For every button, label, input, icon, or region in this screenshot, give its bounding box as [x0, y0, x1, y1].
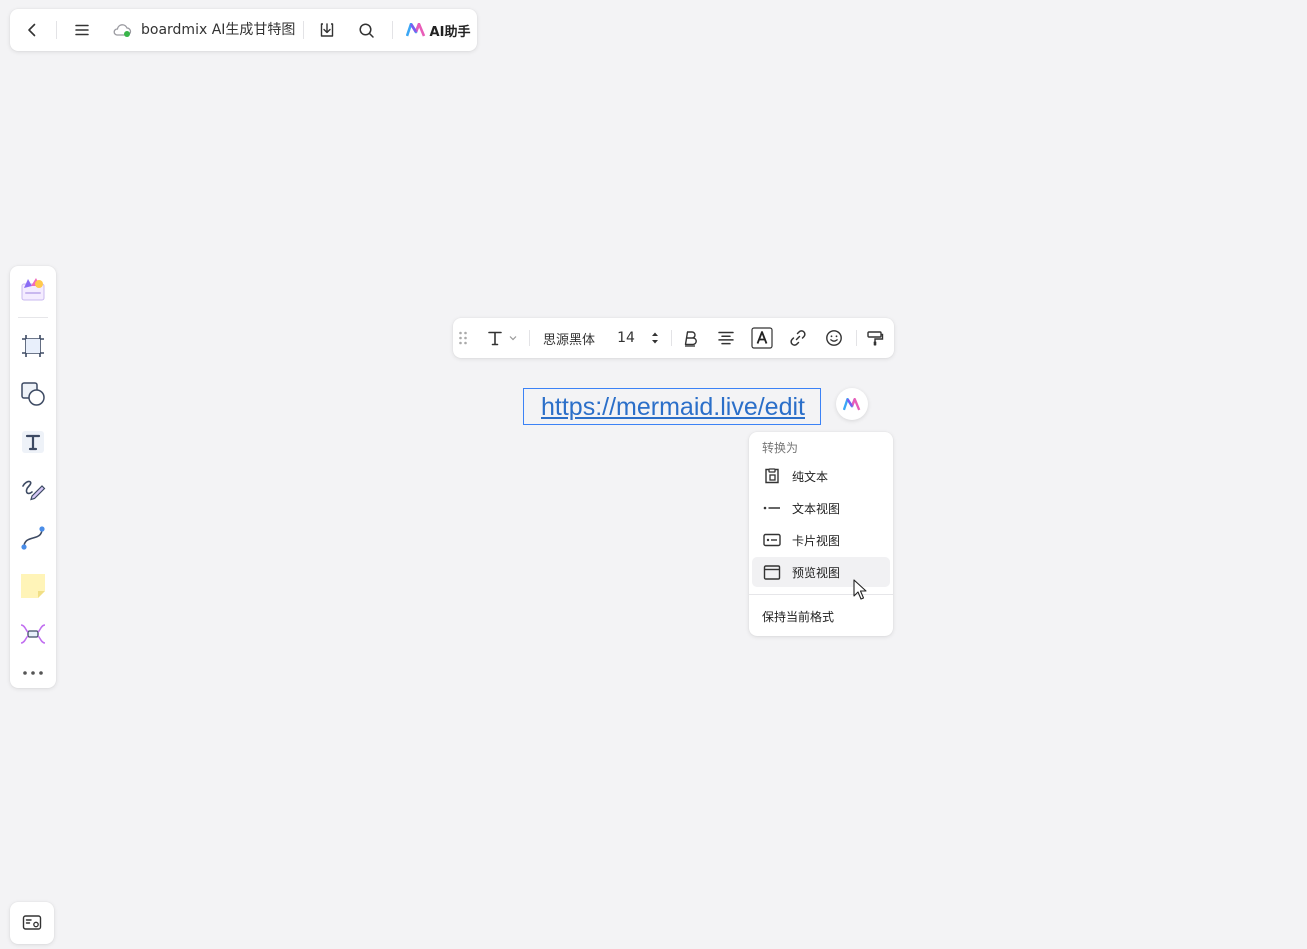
mouse-cursor	[853, 579, 867, 605]
frame-icon	[22, 335, 44, 357]
link-button[interactable]	[785, 318, 811, 358]
format-painter-icon	[867, 331, 884, 346]
card-view-icon	[763, 533, 781, 547]
ai-assistant-label: AI助手	[429, 24, 471, 40]
font-size-stepper-icon	[652, 332, 658, 344]
shape-tool[interactable]	[18, 379, 48, 409]
main-menu-button[interactable]	[68, 9, 96, 51]
font-family-value: 思源黑体	[542, 332, 595, 348]
font-size-value: 14	[617, 330, 635, 346]
divider	[856, 330, 857, 346]
divider	[749, 594, 893, 595]
sticky-note-tool[interactable]	[18, 571, 48, 601]
emoji-button[interactable]	[821, 318, 847, 358]
sticky-note-icon	[21, 574, 45, 598]
mind-map-icon	[20, 624, 46, 644]
emoji-icon	[826, 330, 842, 346]
menu-item-label: 卡片视图	[792, 533, 841, 548]
text-format-toolbar: 思源黑体 14	[453, 318, 894, 358]
divider	[392, 21, 393, 39]
cloud-sync-status	[110, 9, 134, 51]
pen-tool[interactable]	[18, 475, 48, 505]
mind-map-tool[interactable]	[18, 619, 48, 649]
menu-icon	[75, 24, 89, 36]
divider	[18, 317, 48, 318]
divider	[56, 21, 57, 39]
preview-view-icon	[763, 564, 781, 580]
minimap-button[interactable]	[10, 902, 54, 944]
menu-item-card-view[interactable]: 卡片视图	[752, 525, 890, 555]
drag-handle[interactable]	[456, 318, 470, 358]
connector-tool[interactable]	[18, 523, 48, 553]
text-icon	[22, 431, 44, 453]
left-toolbar	[10, 266, 56, 688]
text-view-icon	[763, 506, 780, 510]
top-bar: boardmix AI生成甘特图 AI助手	[10, 9, 477, 51]
keep-format-option[interactable]: 保持当前格式	[762, 608, 834, 625]
pen-icon	[22, 480, 46, 501]
link-text[interactable]: https://mermaid.live/edit	[524, 389, 822, 426]
menu-item-plain-text[interactable]: 纯文本	[752, 461, 890, 491]
font-size-input[interactable]: 14	[613, 318, 639, 358]
convert-menu: 转换为 纯文本 文本视图 卡片视图 预览视图 保持当前格式	[749, 432, 893, 636]
shape-icon	[21, 382, 45, 406]
align-center-icon	[718, 331, 734, 345]
frame-tool[interactable]	[18, 331, 48, 361]
divider	[303, 21, 304, 39]
align-button[interactable]	[713, 318, 739, 358]
text-color-button[interactable]	[749, 318, 775, 358]
back-arrow-icon	[28, 23, 36, 37]
font-size-stepper[interactable]	[647, 318, 663, 358]
template-tool[interactable]	[18, 274, 48, 304]
convert-menu-header: 转换为	[762, 441, 799, 455]
plain-text-icon	[765, 468, 779, 484]
text-style-icon	[488, 331, 502, 346]
menu-item-label: 文本视图	[792, 501, 841, 516]
text-color-icon	[751, 327, 773, 349]
selected-text-element[interactable]: https://mermaid.live/edit	[523, 388, 821, 425]
more-tools-button[interactable]	[18, 658, 48, 688]
format-painter-button[interactable]	[862, 318, 888, 358]
search-icon	[358, 22, 374, 38]
download-button[interactable]	[313, 9, 341, 51]
boardmix-ai-logo-icon	[843, 397, 861, 410]
back-button[interactable]	[18, 9, 46, 51]
menu-item-label: 纯文本	[792, 469, 829, 484]
drag-handle-icon	[459, 331, 467, 345]
document-title[interactable]: boardmix AI生成甘特图	[141, 9, 295, 51]
minimap-icon	[22, 915, 42, 930]
divider	[529, 330, 530, 346]
menu-item-label: 预览视图	[792, 565, 841, 580]
ai-assistant-button[interactable]: AI助手	[403, 9, 473, 51]
search-button[interactable]	[352, 9, 380, 51]
text-style-dropdown[interactable]	[481, 318, 523, 358]
link-icon	[790, 330, 806, 346]
chevron-down-icon	[509, 336, 517, 341]
connector-icon	[21, 526, 45, 550]
bold-icon	[684, 331, 697, 347]
more-icon	[23, 671, 43, 675]
template-icon	[21, 278, 45, 301]
font-family-select[interactable]: 思源黑体	[539, 318, 599, 358]
menu-item-preview-view[interactable]: 预览视图	[752, 557, 890, 587]
cursor-arrow-icon	[853, 579, 867, 600]
text-tool[interactable]	[18, 427, 48, 457]
divider	[671, 330, 672, 346]
menu-item-text-view[interactable]: 文本视图	[752, 493, 890, 523]
ai-convert-button[interactable]	[836, 388, 868, 420]
download-icon	[320, 23, 334, 37]
boardmix-ai-logo-icon	[405, 23, 425, 37]
cloud-sync-icon	[113, 24, 132, 37]
bold-button[interactable]	[677, 318, 703, 358]
